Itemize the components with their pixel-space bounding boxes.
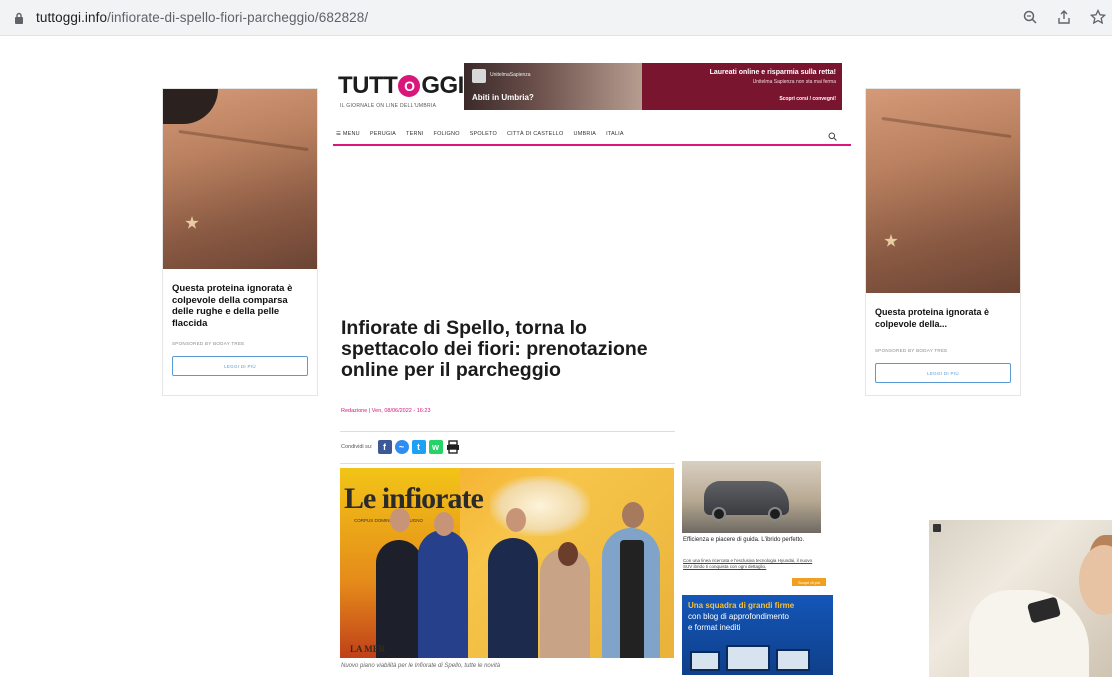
search-icon[interactable] (828, 128, 837, 141)
photo-poster-subtitle: CORPUS DOMINI 18-19 GIUGNO (354, 518, 424, 523)
photo-person (488, 538, 538, 658)
ad-headline[interactable]: Questa proteina ignorata è colpevole del… (163, 283, 317, 329)
site-tagline: IL GIORNALE ON LINE DELL'UMBRIA (340, 103, 437, 109)
ad-skin-image (866, 89, 1020, 293)
car-wheel (712, 507, 726, 521)
ad-skin-image (163, 89, 317, 269)
nav-item-citta-di-castello[interactable]: CITTÀ DI CASTELLO (507, 131, 564, 137)
article-photo[interactable]: Le infiorate CORPUS DOMINI 18-19 GIUGNO … (340, 468, 674, 658)
nav-item-menu[interactable]: ☰ MENU (336, 131, 360, 137)
ad-star-mark (884, 234, 898, 247)
promo-line-3: e format inediti (688, 623, 741, 632)
ad-crease (178, 130, 309, 152)
banner-question: Abiti in Umbria? (472, 93, 534, 102)
photo-person-head (506, 508, 526, 532)
banner-headline: Laureati online e risparmia sulla retta! (709, 69, 836, 76)
photo-person-head (434, 512, 454, 536)
device-screen (776, 649, 810, 671)
nav-item-spoleto[interactable]: SPOLETO (470, 131, 497, 137)
logo-part: TUTT (338, 72, 398, 99)
nav-item-terni[interactable]: TERNI (406, 131, 424, 137)
ad-read-more-button[interactable]: LEGGI DI PIÙ (172, 356, 308, 376)
device-screen (690, 651, 720, 671)
ad-read-more-button[interactable]: LEGGI DI PIÙ (875, 363, 1011, 383)
floating-video-player[interactable] (929, 520, 1112, 677)
car-ad-tag[interactable]: Scopri di più (792, 578, 826, 586)
blue-promo-ad[interactable]: Una squadra di grandi firme con blog di … (682, 595, 833, 675)
twitter-icon[interactable]: t (411, 440, 426, 454)
left-sponsored-ad[interactable]: Questa proteina ignorata è colpevole del… (162, 88, 318, 396)
promo-line-1: Una squadra di grandi firme (688, 601, 795, 610)
photo-watermark: LA MER (350, 644, 386, 654)
share-bar: Condividi su: f ~ t w (341, 440, 463, 454)
video-close-icon[interactable] (933, 524, 941, 532)
logo-part: GGI (421, 72, 464, 99)
photo-person (376, 540, 422, 658)
banner-sub: Unitelma Sapienza non sta mai ferma (752, 79, 836, 85)
video-person-face (1079, 545, 1112, 615)
ad-shadow (163, 89, 218, 124)
ad-sponsor: SPONSORED BY BODAY TREE (875, 348, 948, 353)
right-sponsored-ad[interactable]: Questa proteina ignorata è colpevole del… (865, 88, 1021, 396)
photo-person (418, 530, 468, 658)
star-icon[interactable] (1089, 8, 1107, 25)
share-label: Condividi su: (341, 444, 373, 450)
photo-floral-decoration (490, 476, 590, 536)
zoom-icon[interactable] (1022, 9, 1038, 25)
browser-address-bar: tuttoggi.info/infiorate-di-spello-fiori-… (0, 0, 1112, 36)
photo-poster-title: Le infiorate (344, 482, 484, 515)
promo-line-2: con blog di approfondimento (688, 612, 789, 621)
divider (340, 431, 675, 432)
nav-item-umbria[interactable]: UMBRIA (574, 131, 597, 137)
ad-crease (881, 116, 1012, 138)
device-screen (726, 645, 770, 671)
photo-person-head (558, 542, 578, 566)
main-nav: ☰ MENU PERUGIA TERNI FOLIGNO SPOLETO CIT… (333, 124, 851, 146)
article-title: Infiorate di Spello, torna lo spettacolo… (341, 317, 648, 381)
share-icon[interactable] (1056, 9, 1072, 25)
url-text[interactable]: tuttoggi.info/infiorate-di-spello-fiori-… (36, 10, 368, 25)
photo-caption: Nuovo piano viabilità per le Infiorate d… (341, 663, 501, 669)
messenger-icon[interactable]: ~ (394, 440, 409, 454)
facebook-icon[interactable]: f (377, 440, 392, 454)
car-wheel (768, 507, 782, 521)
banner-cta[interactable]: Scopri corsi / convegni! (646, 96, 836, 102)
top-banner-ad[interactable]: UnitelmaSapienza Abiti in Umbria? Laurea… (464, 63, 842, 110)
car-ad-title[interactable]: Efficienza e piacere di guida. L'ibrido … (683, 537, 821, 544)
ad-star-mark (185, 216, 199, 229)
nav-item-foligno[interactable]: FOLIGNO (434, 131, 460, 137)
photo-person-head (622, 502, 644, 528)
photo-person-head (390, 508, 410, 532)
nav-item-perugia[interactable]: PERUGIA (370, 131, 396, 137)
car-ad-body[interactable]: Con una linea ricercata e l'esclusiva te… (683, 558, 821, 570)
banner-brand: UnitelmaSapienza (490, 72, 531, 78)
logo-o: O (398, 75, 421, 97)
article-byline: Redazione | Ven, 08/06/2022 - 16:23 (341, 408, 431, 414)
lock-icon[interactable] (14, 12, 24, 24)
url-path: /infiorate-di-spello-fiori-parcheggio/68… (107, 10, 369, 25)
divider (340, 463, 675, 464)
banner-photo (464, 63, 642, 110)
devices-illustration (690, 643, 820, 671)
ad-sponsor: SPONSORED BY BODAY TREE (172, 341, 245, 346)
whatsapp-icon[interactable]: w (428, 440, 443, 454)
nav-item-italia[interactable]: ITALIA (606, 131, 624, 137)
site-logo[interactable]: TUTT O GGI (338, 72, 464, 100)
university-logo-icon (472, 69, 486, 83)
car-ad-image[interactable] (682, 461, 821, 533)
photo-person-shirt (620, 540, 644, 658)
url-host: tuttoggi.info (36, 10, 108, 25)
ad-headline[interactable]: Questa proteina ignorata è colpevole del… (866, 307, 1020, 330)
print-icon[interactable] (445, 440, 460, 454)
